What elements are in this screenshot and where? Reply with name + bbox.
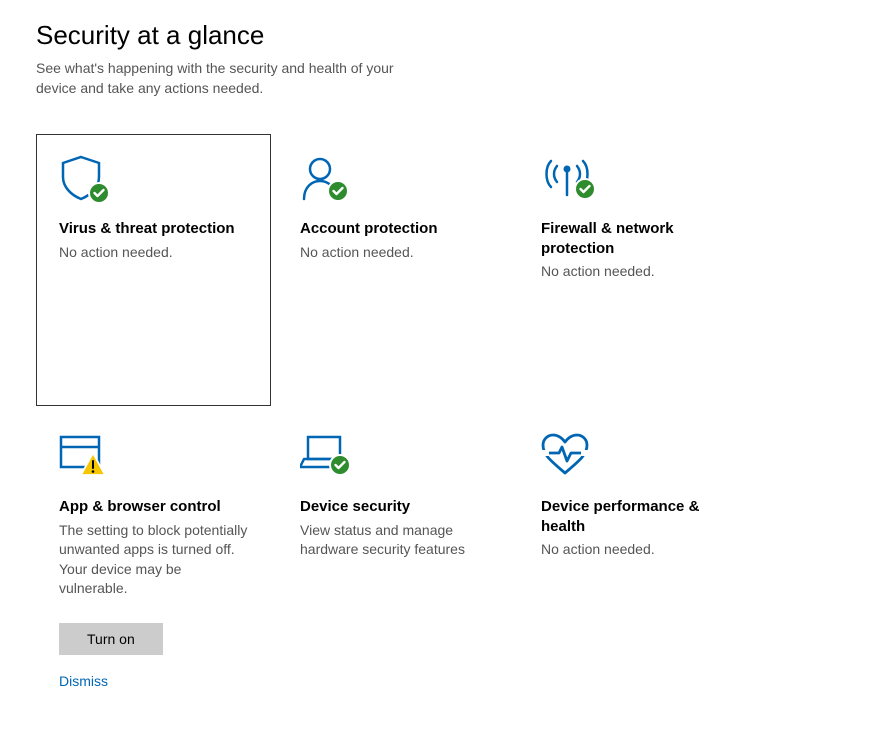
person-icon (300, 155, 489, 205)
tile-title: App & browser control (59, 497, 248, 517)
tile-title: Device performance & health (541, 497, 730, 536)
page-title: Security at a glance (36, 20, 833, 51)
tile-desc: View status and manage hardware security… (300, 521, 489, 560)
tile-desc: No action needed. (541, 540, 730, 560)
browser-window-icon (59, 433, 248, 483)
laptop-icon (300, 433, 489, 483)
shield-icon (59, 155, 248, 205)
tile-account-protection[interactable]: Account protection No action needed. (277, 134, 512, 406)
tile-app-browser[interactable]: App & browser control The setting to blo… (36, 412, 271, 710)
page-subtitle: See what's happening with the security a… (36, 59, 406, 98)
tiles-grid: Virus & threat protection No action need… (36, 134, 833, 710)
tile-device-performance[interactable]: Device performance & health No action ne… (518, 412, 753, 710)
tile-desc: No action needed. (541, 262, 730, 282)
tile-desc: No action needed. (300, 243, 489, 263)
tile-title: Account protection (300, 219, 489, 239)
tile-virus-threat[interactable]: Virus & threat protection No action need… (36, 134, 271, 406)
tile-device-security[interactable]: Device security View status and manage h… (277, 412, 512, 710)
tile-firewall-network[interactable]: Firewall & network protection No action … (518, 134, 753, 406)
heart-pulse-icon (541, 433, 730, 483)
dismiss-link[interactable]: Dismiss (59, 673, 248, 689)
tile-title: Virus & threat protection (59, 219, 248, 239)
antenna-icon (541, 155, 730, 205)
tile-desc: The setting to block potentially unwante… (59, 521, 248, 599)
tile-title: Device security (300, 497, 489, 517)
turn-on-button[interactable]: Turn on (59, 623, 163, 655)
tile-title: Firewall & network protection (541, 219, 730, 258)
tile-desc: No action needed. (59, 243, 248, 263)
